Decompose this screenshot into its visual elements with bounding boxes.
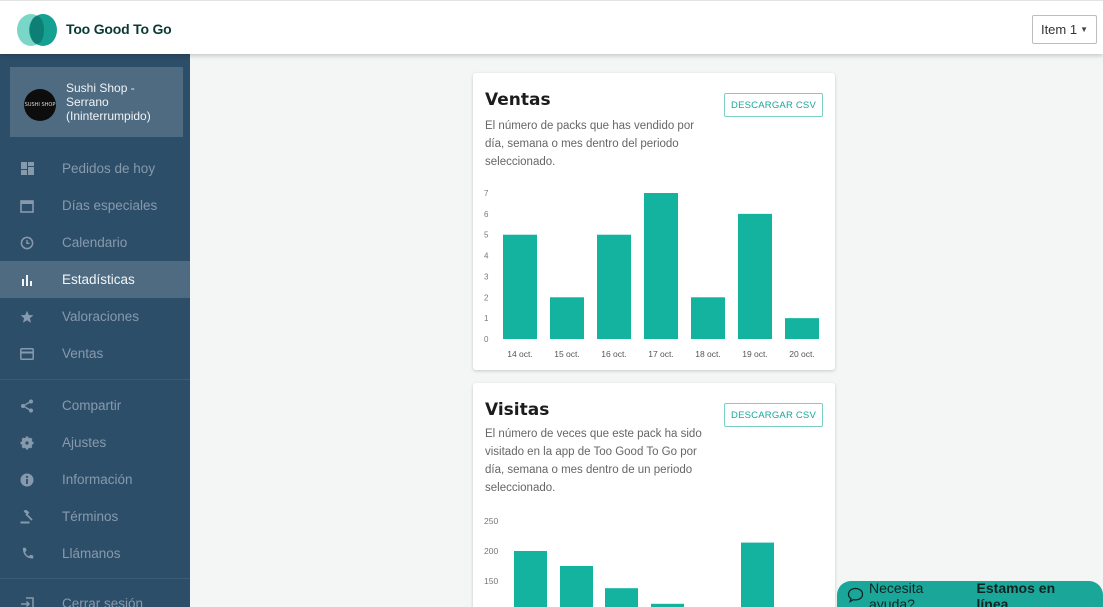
- visitas-title: Visitas: [485, 400, 550, 420]
- sidebar-item-label: Llámanos: [62, 546, 121, 561]
- visitas-download-csv-button[interactable]: DESCARGAR CSV: [724, 403, 823, 427]
- caret-down-icon: ▼: [1080, 25, 1088, 34]
- sidebar: SUSHI SHOP Sushi Shop - Serrano (Ininter…: [0, 54, 190, 607]
- sidebar-item-label: Información: [62, 472, 133, 487]
- store-card[interactable]: SUSHI SHOP Sushi Shop - Serrano (Ininter…: [10, 67, 183, 137]
- sidebar-item-informacion[interactable]: Información: [0, 461, 190, 498]
- chat-bubble-icon: [847, 587, 864, 606]
- sidebar-item-label: Compartir: [62, 398, 122, 413]
- info-icon: [19, 472, 35, 488]
- bar[interactable]: [741, 542, 774, 607]
- sidebar-item-label: Ventas: [62, 346, 104, 361]
- sidebar-item-dias-especiales[interactable]: Días especiales: [0, 187, 190, 224]
- x-tick-label: 20 oct.: [789, 349, 815, 359]
- sidebar-item-ajustes[interactable]: Ajustes: [0, 424, 190, 461]
- y-tick-label: 250: [484, 516, 498, 526]
- help-online-text: Estamos en línea: [976, 580, 1056, 607]
- x-tick-label: 16 oct.: [601, 349, 627, 359]
- y-tick-label: 2: [484, 293, 489, 302]
- bar[interactable]: [644, 193, 678, 339]
- credit-card-icon: [19, 346, 35, 362]
- y-tick-label: 1: [484, 314, 489, 323]
- y-tick-label: 200: [484, 546, 498, 556]
- sidebar-item-llamanos[interactable]: Llámanos: [0, 535, 190, 572]
- sidebar-item-ventas[interactable]: Ventas: [0, 335, 190, 372]
- sidebar-item-label: Calendario: [62, 235, 128, 250]
- phone-icon: [19, 546, 35, 562]
- y-tick-label: 5: [484, 231, 489, 240]
- bar[interactable]: [550, 297, 584, 339]
- sidebar-item-pedidos-de-hoy[interactable]: Pedidos de hoy: [0, 150, 190, 187]
- bar[interactable]: [738, 213, 772, 339]
- too-good-to-go-logo[interactable]: [16, 11, 58, 47]
- sidebar-item-label: Valoraciones: [62, 309, 140, 324]
- visitas-card: Visitas DESCARGAR CSV El número de veces…: [473, 383, 835, 607]
- dashboard-icon: [19, 161, 35, 177]
- sidebar-item-label: Estadísticas: [62, 272, 135, 287]
- item-selector-label: Item 1: [1040, 22, 1078, 37]
- top-bar: Too Good To Go Item 1 ▼: [0, 0, 1103, 54]
- x-tick-label: 15 oct.: [554, 349, 580, 359]
- y-tick-label: 3: [484, 272, 489, 281]
- visitas-description: El número de veces que este pack ha sido…: [485, 428, 702, 494]
- sidebar-divider: [0, 578, 190, 579]
- bar[interactable]: [503, 234, 537, 339]
- x-tick-label: 18 oct.: [695, 349, 721, 359]
- item-selector-dropdown[interactable]: Item 1 ▼: [1031, 15, 1097, 44]
- sidebar-item-valoraciones[interactable]: Valoraciones: [0, 298, 190, 335]
- calendar-icon: [19, 198, 35, 214]
- x-tick-label: 14 oct.: [507, 349, 533, 359]
- y-tick-label: 150: [484, 576, 498, 586]
- sidebar-item-label: Pedidos de hoy: [62, 161, 156, 176]
- sidebar-item-terminos[interactable]: Términos: [0, 498, 190, 535]
- clock-icon: [19, 235, 35, 251]
- sidebar-item-label: Días especiales: [62, 198, 158, 213]
- sidebar-divider: [0, 379, 190, 380]
- sidebar-item-estadisticas[interactable]: Estadísticas: [0, 261, 190, 298]
- y-tick-label: 0: [484, 335, 489, 344]
- sidebar-item-label: Cerrar sesión: [62, 596, 144, 607]
- gear-icon: [19, 435, 35, 451]
- store-avatar-text: SUSHI SHOP: [24, 102, 56, 108]
- bar[interactable]: [560, 566, 593, 607]
- share-icon: [19, 398, 35, 414]
- ventas-title: Ventas: [485, 90, 551, 110]
- x-tick-label: 17 oct.: [648, 349, 674, 359]
- y-tick-label: 7: [484, 189, 489, 198]
- store-avatar: SUSHI SHOP: [24, 89, 56, 121]
- sidebar-item-compartir[interactable]: Compartir: [0, 387, 190, 424]
- y-tick-label: 4: [484, 252, 489, 261]
- bar[interactable]: [691, 297, 725, 339]
- sidebar-item-cerrar-sesion[interactable]: Cerrar sesión: [0, 585, 190, 607]
- bar[interactable]: [605, 588, 638, 607]
- bar[interactable]: [514, 551, 547, 607]
- star-icon: [19, 309, 35, 325]
- bar-chart-icon: [19, 272, 35, 288]
- bar[interactable]: [785, 318, 819, 339]
- sidebar-item-label: Términos: [62, 509, 119, 524]
- help-chat-button[interactable]: Necesita ayuda? Estamos en línea: [837, 580, 1103, 607]
- bar[interactable]: [597, 234, 631, 339]
- ventas-card: Ventas DESCARGAR CSV El número de packs …: [473, 73, 835, 370]
- help-prefix-text: Necesita ayuda?: [869, 580, 924, 607]
- store-name: Sushi Shop - Serrano (Ininterrumpido): [66, 81, 151, 123]
- y-tick-label: 6: [484, 210, 489, 219]
- ventas-description: El número de packs que has vendido por d…: [485, 120, 695, 168]
- sidebar-item-label: Ajustes: [62, 435, 107, 450]
- logout-icon: [19, 596, 35, 607]
- x-tick-label: 19 oct.: [742, 349, 768, 359]
- sidebar-item-calendario[interactable]: Calendario: [0, 224, 190, 261]
- ventas-download-csv-button[interactable]: DESCARGAR CSV: [724, 93, 823, 117]
- brand-name: Too Good To Go: [66, 21, 172, 37]
- gavel-icon: [19, 509, 35, 525]
